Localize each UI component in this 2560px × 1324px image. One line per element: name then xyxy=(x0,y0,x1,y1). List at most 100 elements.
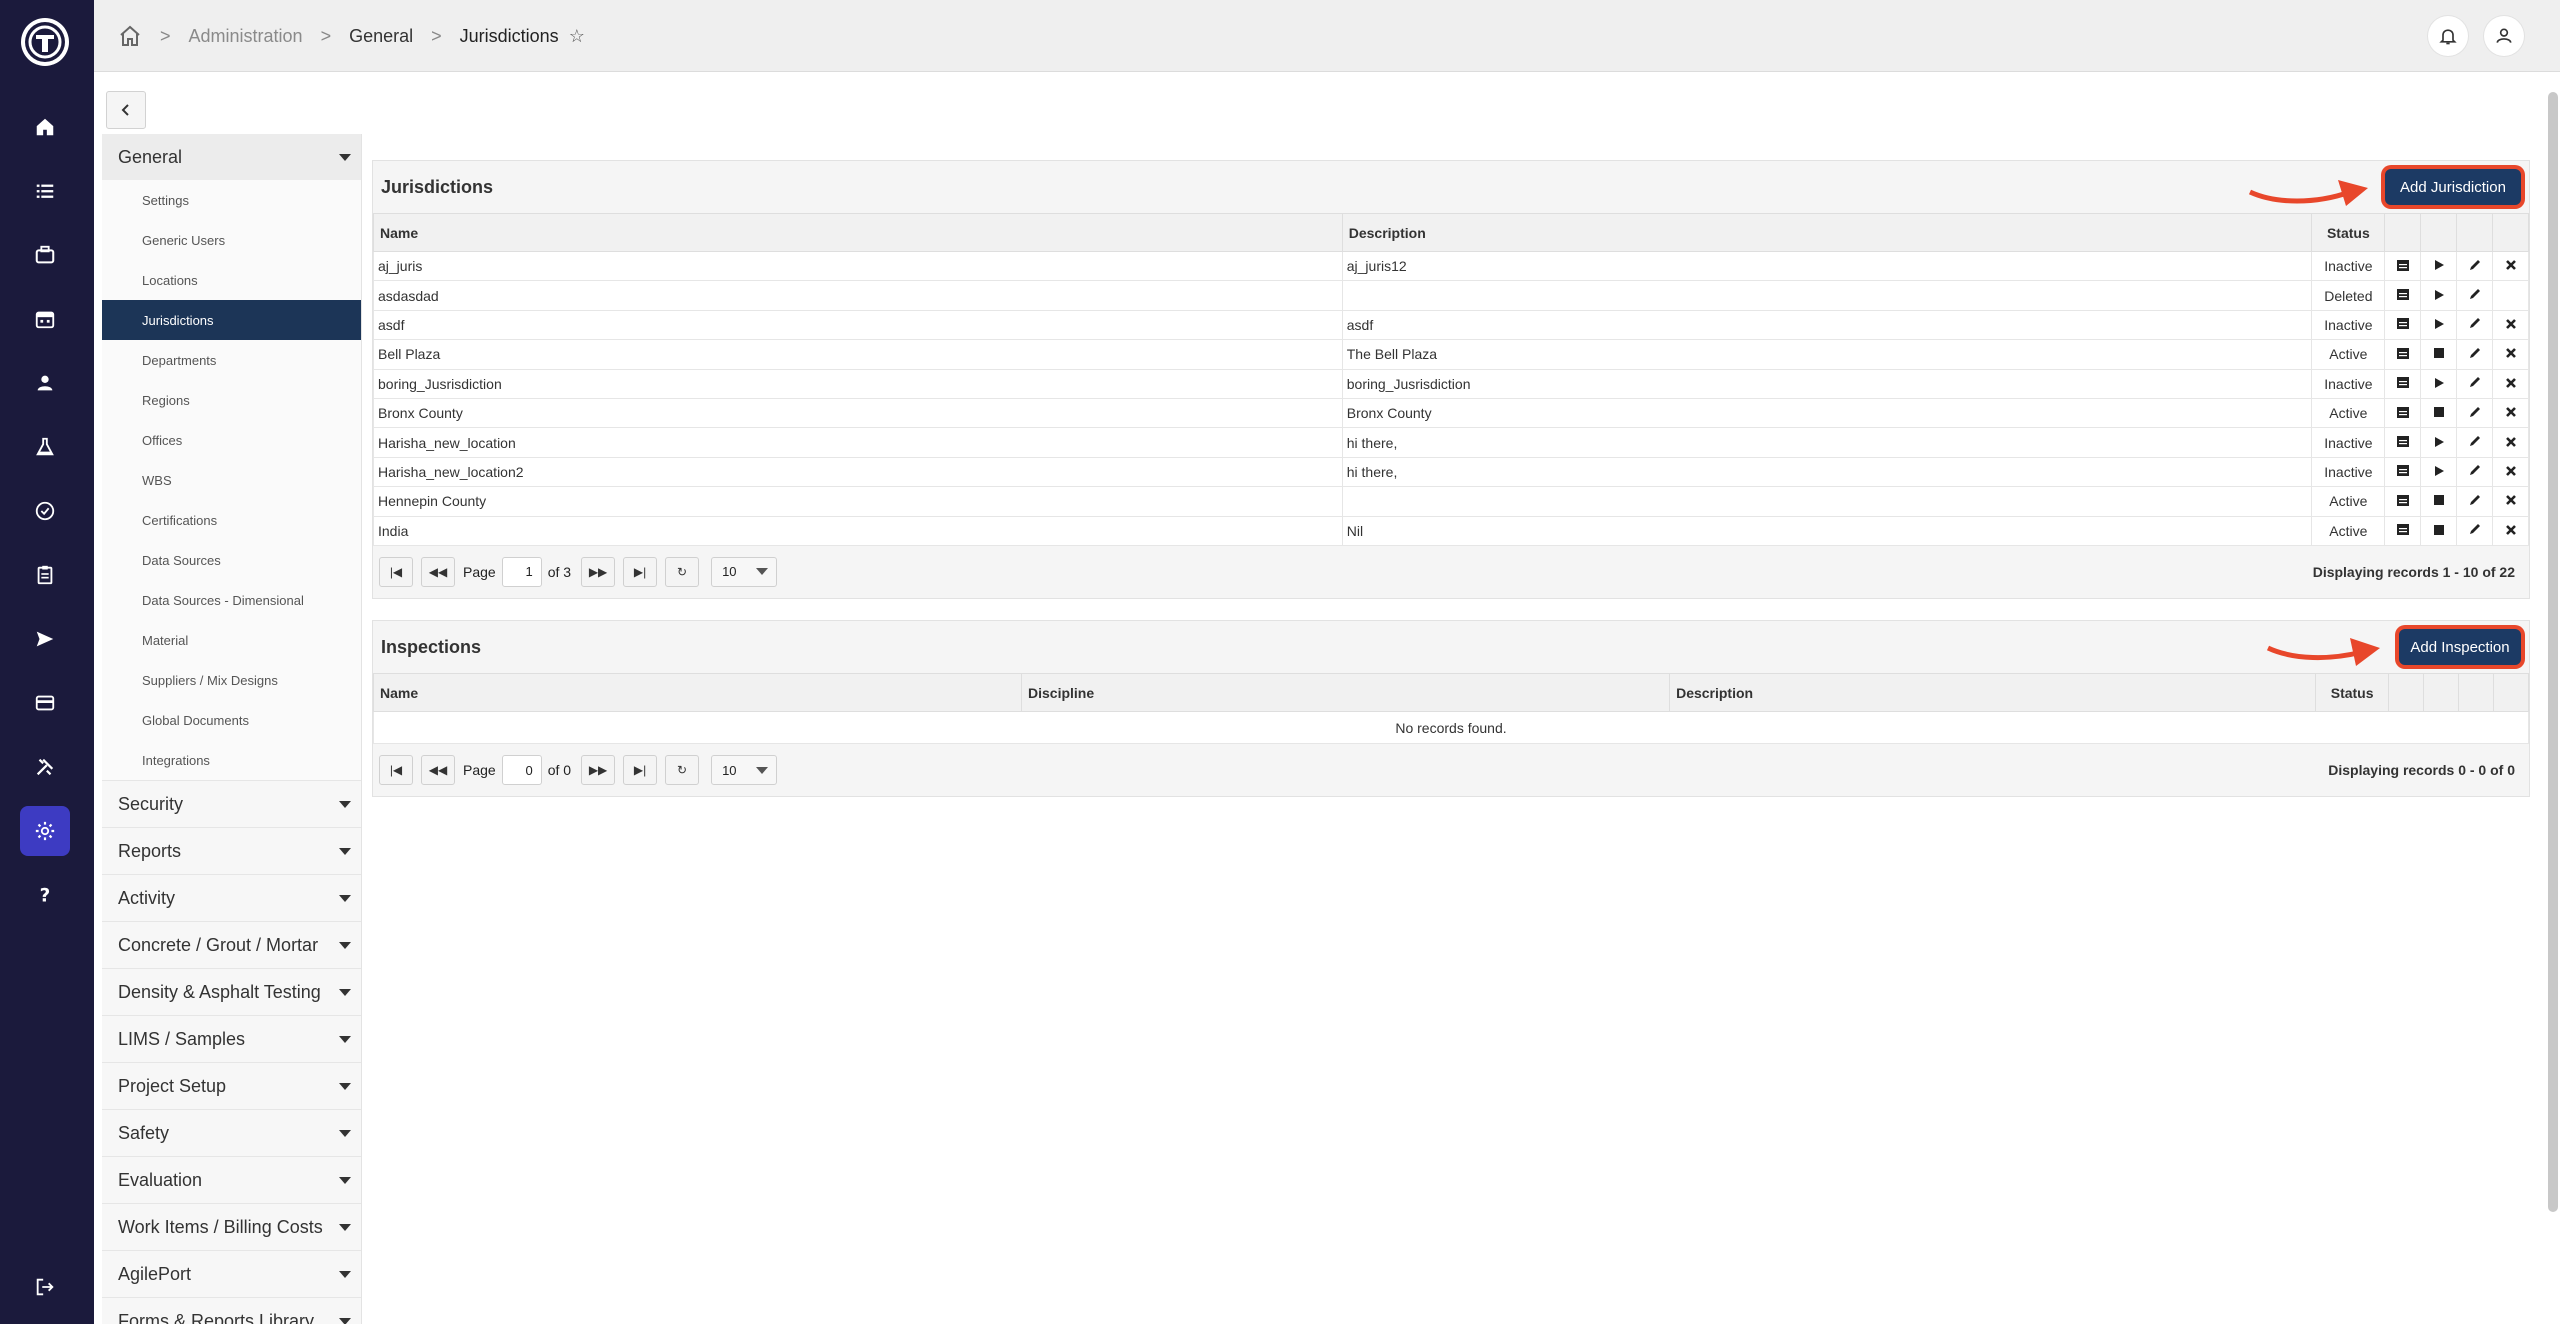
list-icon[interactable] xyxy=(20,166,70,216)
stop-icon[interactable] xyxy=(2420,515,2458,546)
calendar-icon[interactable] xyxy=(2384,309,2422,341)
table-row[interactable]: Harisha_new_location2 hi there, Inactive xyxy=(373,456,2529,488)
table-row[interactable]: India Nil Active xyxy=(373,515,2529,546)
column-header-description[interactable]: Description xyxy=(1341,213,2313,252)
sidebar-item-wbs[interactable]: WBS xyxy=(102,460,361,500)
sidebar-group-agileport[interactable]: AgilePort xyxy=(102,1250,361,1297)
page-scrollbar[interactable] xyxy=(2548,92,2558,1212)
pencil-icon[interactable] xyxy=(2456,368,2494,399)
delete-icon[interactable] xyxy=(2492,309,2529,341)
delete-icon[interactable] xyxy=(2492,250,2529,282)
sidebar-item-global-documents[interactable]: Global Documents xyxy=(102,700,361,740)
delete-icon[interactable] xyxy=(2492,456,2529,488)
logout-icon[interactable] xyxy=(20,1262,70,1312)
tools-icon[interactable] xyxy=(20,742,70,792)
pencil-icon[interactable] xyxy=(2456,309,2494,341)
sidebar-group-concrete-grout-mortar[interactable]: Concrete / Grout / Mortar xyxy=(102,921,361,968)
stop-icon[interactable] xyxy=(2420,339,2458,370)
delete-icon[interactable] xyxy=(2492,339,2529,370)
calendar-icon[interactable] xyxy=(2384,250,2422,282)
page-input[interactable]: 0 xyxy=(501,755,542,785)
sidebar-group-general[interactable]: General xyxy=(102,134,361,180)
column-header-discipline[interactable]: Discipline xyxy=(1021,673,1671,712)
delete-icon[interactable] xyxy=(2492,368,2529,399)
calendar-icon[interactable] xyxy=(20,294,70,344)
sidebar-group-density-asphalt-testing[interactable]: Density & Asphalt Testing xyxy=(102,968,361,1015)
delete-icon[interactable] xyxy=(2492,397,2529,429)
sidebar-group-safety[interactable]: Safety xyxy=(102,1109,361,1156)
column-header-status[interactable]: Status xyxy=(2315,673,2390,712)
column-header-name[interactable]: Name xyxy=(372,673,1023,712)
app-logo[interactable] xyxy=(21,18,69,66)
sidebar-item-data-sources[interactable]: Data Sources xyxy=(102,540,361,580)
calendar-icon[interactable] xyxy=(2384,339,2422,370)
page-size-select[interactable]: 10 xyxy=(711,755,778,785)
add-inspection-button[interactable]: Add Inspection xyxy=(2399,629,2521,665)
refresh-icon[interactable]: ↻ xyxy=(665,755,700,785)
sidebar-group-security[interactable]: Security xyxy=(102,780,361,827)
sidebar-group-work-items-billing-costs[interactable]: Work Items / Billing Costs xyxy=(102,1203,361,1250)
sidebar-item-locations[interactable]: Locations xyxy=(102,260,361,300)
delete-icon[interactable] xyxy=(2492,427,2529,458)
sidebar-group-forms-reports-library[interactable]: Forms & Reports Library xyxy=(102,1297,361,1324)
first-page-icon[interactable]: |◀ xyxy=(379,556,413,587)
breadcrumb-general[interactable]: General xyxy=(349,26,413,47)
stop-icon[interactable] xyxy=(2420,397,2458,429)
last-page-icon[interactable]: ▶| xyxy=(623,755,658,785)
page-input[interactable]: 1 xyxy=(501,556,542,587)
sidebar-group-project-setup[interactable]: Project Setup xyxy=(102,1062,361,1109)
calendar-icon[interactable] xyxy=(2384,427,2422,458)
pencil-icon[interactable] xyxy=(2456,427,2494,458)
play-icon[interactable] xyxy=(2420,368,2458,399)
pencil-icon[interactable] xyxy=(2456,250,2494,282)
play-icon[interactable] xyxy=(2420,280,2458,311)
previous-page-icon[interactable]: ◀◀ xyxy=(421,556,455,587)
sidebar-group-reports[interactable]: Reports xyxy=(102,827,361,874)
page-size-select[interactable]: 10 xyxy=(711,556,778,587)
play-icon[interactable] xyxy=(2420,250,2458,282)
calendar-icon[interactable] xyxy=(2384,280,2422,311)
add-jurisdiction-button[interactable]: Add Jurisdiction xyxy=(2385,169,2521,205)
table-row[interactable]: asdasdad Deleted xyxy=(373,280,2529,311)
person-icon[interactable] xyxy=(20,358,70,408)
table-row[interactable]: Hennepin County Active xyxy=(373,486,2529,517)
next-page-icon[interactable]: ▶▶ xyxy=(581,755,616,785)
user-icon[interactable] xyxy=(2484,16,2524,56)
pencil-icon[interactable] xyxy=(2456,486,2494,517)
column-header-name[interactable]: Name xyxy=(373,213,1343,252)
send-icon[interactable] xyxy=(20,614,70,664)
next-page-icon[interactable]: ▶▶ xyxy=(581,556,616,587)
sidebar-group-lims-samples[interactable]: LIMS / Samples xyxy=(102,1015,361,1062)
delete-icon[interactable] xyxy=(2492,486,2529,517)
last-page-icon[interactable]: ▶| xyxy=(623,556,658,587)
briefcase-icon[interactable] xyxy=(20,230,70,280)
sidebar-item-certifications[interactable]: Certifications xyxy=(102,500,361,540)
table-row[interactable]: Bell Plaza The Bell Plaza Active xyxy=(373,339,2529,370)
sidebar-group-evaluation[interactable]: Evaluation xyxy=(102,1156,361,1203)
previous-page-icon[interactable]: ◀◀ xyxy=(421,755,455,785)
home-icon[interactable] xyxy=(20,102,70,152)
table-row[interactable]: boring_Jusrisdiction boring_Jusrisdiction… xyxy=(373,368,2529,399)
help-icon[interactable]: ? xyxy=(20,870,70,920)
star-icon[interactable]: ☆ xyxy=(569,26,585,47)
sidebar-item-data-sources-dimensional[interactable]: Data Sources - Dimensional xyxy=(102,580,361,620)
badge-check-icon[interactable] xyxy=(20,486,70,536)
play-icon[interactable] xyxy=(2420,427,2458,458)
bell-icon[interactable] xyxy=(2428,16,2468,56)
sidebar-item-material[interactable]: Material xyxy=(102,620,361,660)
pencil-icon[interactable] xyxy=(2456,397,2494,429)
column-header-description[interactable]: Description xyxy=(1669,673,2317,712)
sidebar-item-suppliers[interactable]: Suppliers / Mix Designs xyxy=(102,660,361,700)
stop-icon[interactable] xyxy=(2420,486,2458,517)
sidebar-item-departments[interactable]: Departments xyxy=(102,340,361,380)
gear-icon[interactable] xyxy=(20,806,70,856)
flask-icon[interactable] xyxy=(20,422,70,472)
sidebar-item-offices[interactable]: Offices xyxy=(102,420,361,460)
collapse-sidebar-button[interactable] xyxy=(106,91,146,129)
breadcrumb-administration[interactable]: Administration xyxy=(189,26,303,47)
sidebar-group-activity[interactable]: Activity xyxy=(102,874,361,921)
table-row[interactable]: asdf asdf Inactive xyxy=(373,309,2529,341)
table-row[interactable]: aj_juris aj_juris12 Inactive xyxy=(373,250,2529,282)
calendar-icon[interactable] xyxy=(2384,397,2422,429)
sidebar-item-settings[interactable]: Settings xyxy=(102,180,361,220)
